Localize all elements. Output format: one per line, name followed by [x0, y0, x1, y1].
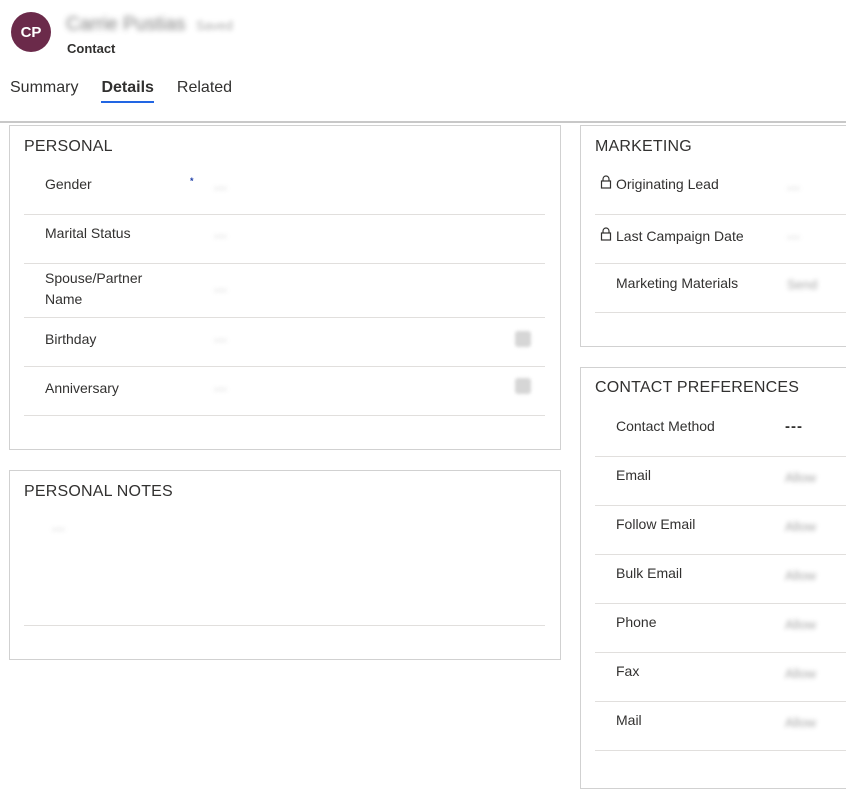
field-label: Last Campaign Date: [616, 228, 744, 244]
lock-icon: [600, 227, 612, 241]
section-title: MARKETING: [595, 138, 692, 155]
section-title: CONTACT PREFERENCES: [595, 379, 800, 396]
field-label: Fax: [616, 663, 640, 679]
field-label: Phone: [616, 614, 657, 630]
record-save-status: Saved: [196, 18, 233, 33]
personal-notes-section: PERSONAL NOTES ---: [9, 470, 561, 660]
field-label: Originating Lead: [616, 176, 719, 192]
contact-method-value[interactable]: ---: [785, 418, 803, 435]
last-campaign-date-row: Last Campaign Date ---: [595, 215, 846, 264]
email-row: Email Allow: [595, 457, 846, 506]
anniversary-value[interactable]: ---: [214, 381, 227, 396]
section-title: PERSONAL NOTES: [24, 483, 173, 500]
tab-list: Summary Details Related: [10, 79, 255, 103]
phone-row: Phone Allow: [595, 604, 846, 653]
phone-value[interactable]: Allow: [785, 617, 816, 632]
field-label: Marital Status: [45, 225, 131, 241]
field-label: Email: [616, 467, 652, 483]
field-label: Spouse/Partner: [45, 270, 143, 286]
gender-row: Gender * ---: [24, 166, 545, 215]
field-label: Mail: [616, 712, 642, 728]
marital-status-row: Marital Status ---: [24, 215, 545, 264]
notes-textarea[interactable]: ---: [52, 521, 65, 536]
field-label: Birthday: [45, 331, 97, 347]
bulk-email-row: Bulk Email Allow: [595, 555, 846, 604]
lock-icon: [600, 175, 612, 189]
section-title: PERSONAL: [24, 138, 113, 155]
field-label: Follow Email: [616, 516, 696, 532]
field-label: Gender: [45, 176, 92, 192]
marketing-materials-value[interactable]: Send: [787, 277, 817, 292]
field-label: Contact Method: [616, 418, 715, 434]
fax-value[interactable]: Allow: [785, 666, 816, 681]
notes-row: ---: [24, 511, 545, 626]
mail-row: Mail Allow: [595, 702, 846, 751]
bulk-email-value[interactable]: Allow: [785, 568, 816, 583]
entity-type: Contact: [67, 41, 116, 56]
birthday-value[interactable]: ---: [214, 332, 227, 347]
email-value[interactable]: Allow: [785, 470, 816, 485]
record-name: Carrie Pustias: [66, 14, 186, 35]
mail-value[interactable]: Allow: [785, 715, 816, 730]
marital-status-value[interactable]: ---: [214, 228, 227, 243]
field-label-line2: Name: [45, 291, 83, 307]
spouse-row: Spouse/Partner Name ---: [24, 264, 545, 318]
fax-row: Fax Allow: [595, 653, 846, 702]
record-header: CP Carrie Pustias Saved Contact Summary …: [0, 0, 846, 122]
calendar-icon[interactable]: [515, 378, 531, 394]
anniversary-row: Anniversary ---: [24, 367, 545, 416]
tab-summary[interactable]: Summary: [10, 79, 78, 103]
originating-lead-value[interactable]: ---: [787, 180, 800, 195]
originating-lead-row: Originating Lead ---: [595, 166, 846, 215]
contact-method-row: Contact Method ---: [595, 408, 846, 457]
field-label: Anniversary: [45, 380, 119, 396]
calendar-icon[interactable]: [515, 331, 531, 347]
marketing-section: MARKETING Originating Lead --- Last Camp…: [580, 125, 846, 347]
tab-details[interactable]: Details: [101, 79, 154, 103]
spouse-value[interactable]: ---: [214, 282, 227, 297]
marketing-materials-row: Marketing Materials Send: [595, 264, 846, 313]
last-campaign-date-value[interactable]: ---: [787, 229, 800, 244]
field-label: Marketing Materials: [616, 275, 739, 291]
follow-email-row: Follow Email Allow: [595, 506, 846, 555]
avatar: CP: [11, 12, 51, 52]
field-label: Bulk Email: [616, 565, 683, 581]
personal-section: PERSONAL Gender * --- Marital Status ---…: [9, 125, 561, 450]
contact-preferences-section: CONTACT PREFERENCES Contact Method --- E…: [580, 367, 846, 789]
gender-value[interactable]: ---: [214, 180, 227, 195]
header-divider: [0, 121, 846, 123]
required-indicator: *: [190, 176, 194, 186]
follow-email-value[interactable]: Allow: [785, 519, 816, 534]
birthday-row: Birthday ---: [24, 318, 545, 367]
tab-related[interactable]: Related: [177, 79, 232, 103]
